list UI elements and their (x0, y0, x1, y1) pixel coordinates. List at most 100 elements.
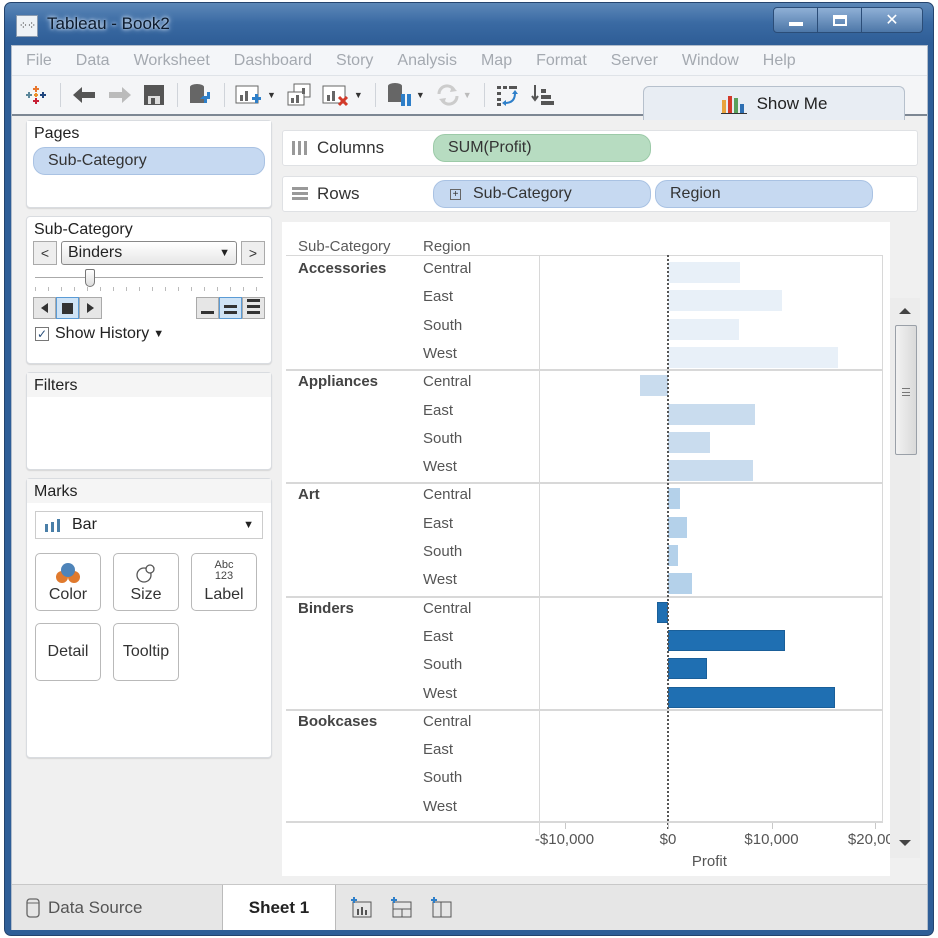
bar-appliances-central[interactable] (640, 375, 668, 397)
slider-thumb[interactable] (85, 269, 96, 287)
chart-view: Sub-Category Region Accessories Central Ea… (282, 222, 902, 876)
page-dropdown-value: Binders (68, 244, 123, 261)
speed-slow-button[interactable] (196, 297, 219, 319)
region-label: Central (423, 373, 472, 391)
show-me-button[interactable]: Show Me (643, 86, 905, 120)
tooltip-button[interactable]: Tooltip (113, 623, 179, 681)
region-label: East (423, 741, 454, 759)
play-backward-button[interactable] (33, 297, 56, 319)
scrollbar-thumb[interactable] (895, 325, 917, 455)
chevron-down-icon[interactable]: ▼ (416, 90, 425, 100)
x-axis-tick (875, 823, 876, 829)
bar-art-west[interactable] (668, 573, 692, 595)
vertical-scrollbar[interactable] (890, 298, 920, 858)
x-axis-tick-label: $0 (659, 831, 677, 848)
region-label: South (423, 656, 463, 674)
bar-art-central[interactable] (668, 488, 681, 510)
bar-binders-west[interactable] (668, 686, 835, 708)
speed-medium-button[interactable] (219, 297, 242, 319)
new-worksheet-icon[interactable]: ▼ (235, 82, 276, 108)
bar-accessories-east[interactable] (668, 290, 782, 312)
play-forward-button[interactable] (79, 297, 102, 319)
page-dropdown[interactable]: Binders ▼ (61, 241, 237, 265)
bar-binders-east[interactable] (668, 629, 785, 651)
chevron-down-icon[interactable]: ▼ (354, 90, 363, 100)
forward-icon[interactable] (107, 82, 133, 108)
new-story-icon[interactable] (430, 896, 454, 919)
data-source-tab[interactable]: Data Source (12, 885, 222, 930)
bar-accessories-west[interactable] (668, 346, 838, 368)
minimize-button[interactable] (774, 8, 818, 32)
play-backward-icon (41, 303, 48, 313)
region-label: East (423, 401, 454, 419)
color-button[interactable]: Color (35, 553, 101, 611)
swap-rows-columns-icon[interactable] (495, 82, 521, 108)
sheet-1-tab[interactable]: Sheet 1 (222, 885, 336, 930)
page-slider[interactable] (35, 269, 263, 295)
duplicate-sheet-icon[interactable] (286, 82, 312, 108)
region-label: South (423, 429, 463, 447)
new-worksheet-icon[interactable] (350, 896, 374, 919)
show-history-label[interactable]: Show History (55, 325, 149, 343)
maximize-button[interactable] (818, 8, 862, 32)
region-pill[interactable]: Region (655, 180, 873, 208)
rows-shelf[interactable]: Rows + Sub-Category Region (282, 176, 918, 212)
bar-binders-south[interactable] (668, 658, 708, 680)
bar-accessories-central[interactable] (668, 262, 741, 283)
next-page-button[interactable]: > (241, 241, 265, 265)
bar-art-east[interactable] (668, 516, 687, 538)
menu-file[interactable]: File (26, 52, 52, 70)
pages-pill[interactable]: Sub-Category (33, 147, 265, 175)
bar-appliances-south[interactable] (668, 431, 711, 453)
show-history-checkbox[interactable]: ✓ (35, 327, 49, 341)
bar-appliances-east[interactable] (668, 403, 755, 425)
back-icon[interactable] (71, 82, 97, 108)
color-icon (56, 563, 80, 583)
stop-button[interactable] (56, 297, 79, 319)
detail-button[interactable]: Detail (35, 623, 101, 681)
menu-dashboard[interactable]: Dashboard (234, 52, 312, 70)
sort-ascending-icon[interactable] (530, 82, 555, 108)
new-data-source-icon[interactable] (188, 82, 212, 108)
label-button[interactable]: Abc 123 Label (191, 553, 257, 611)
region-label: West (423, 458, 457, 476)
pause-updates-icon[interactable]: ▼ (386, 82, 425, 108)
new-dashboard-icon[interactable] (390, 896, 414, 919)
scroll-up-icon[interactable] (899, 308, 911, 314)
menu-analysis[interactable]: Analysis (397, 52, 457, 70)
chevron-down-icon[interactable]: ▼ (463, 90, 472, 100)
menu-map[interactable]: Map (481, 52, 512, 70)
page-control-card: Sub-Category < Binders ▼ > ✓ Show Histor… (26, 216, 272, 364)
expand-icon[interactable]: + (450, 188, 461, 200)
menu-data[interactable]: Data (76, 52, 110, 70)
bar-art-south[interactable] (668, 545, 679, 566)
header-region: Region (423, 238, 471, 255)
close-button[interactable]: ✕ (862, 8, 922, 32)
save-icon[interactable] (143, 82, 165, 108)
menu-worksheet[interactable]: Worksheet (134, 52, 210, 70)
clear-sheet-icon[interactable]: ▼ (322, 82, 363, 108)
play-forward-icon (87, 303, 94, 313)
chevron-down-icon[interactable]: ▼ (267, 90, 276, 100)
category-label: Art (298, 486, 320, 504)
bar-accessories-south[interactable] (668, 318, 740, 340)
region-label: Central (423, 486, 472, 504)
size-button[interactable]: Size (113, 553, 179, 611)
menu-format[interactable]: Format (536, 52, 587, 70)
columns-shelf[interactable]: Columns SUM(Profit) (282, 130, 918, 166)
tableau-logo-icon[interactable] (24, 82, 48, 108)
previous-page-button[interactable]: < (33, 241, 57, 265)
menu-story[interactable]: Story (336, 52, 373, 70)
chevron-down-icon[interactable]: ▼ (153, 328, 164, 340)
scroll-down-icon[interactable] (899, 840, 911, 846)
zero-reference-line (667, 255, 669, 829)
refresh-icon[interactable]: ▼ (435, 82, 472, 108)
speed-fast-button[interactable] (242, 297, 265, 319)
menu-help[interactable]: Help (763, 52, 796, 70)
sum-profit-pill[interactable]: SUM(Profit) (433, 134, 651, 162)
menu-server[interactable]: Server (611, 52, 658, 70)
mark-type-dropdown[interactable]: Bar ▼ (35, 511, 263, 539)
sub-category-pill[interactable]: + Sub-Category (433, 180, 651, 208)
bar-appliances-west[interactable] (668, 460, 753, 482)
menu-window[interactable]: Window (682, 52, 739, 70)
